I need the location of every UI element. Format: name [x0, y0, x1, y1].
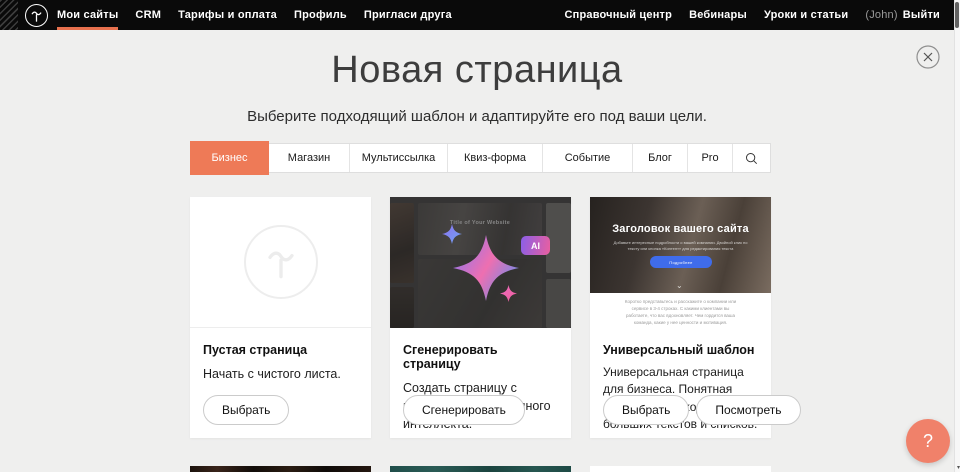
card-ai-generate[interactable]: Title of Your Website: [390, 197, 571, 438]
nav-invite-friend[interactable]: Пригласи друга: [364, 0, 452, 30]
template-hero: Заголовок вашего сайта Добавьте интересн…: [590, 197, 771, 293]
partial-card-1[interactable]: [190, 466, 371, 472]
page-title: Новая страница: [0, 49, 954, 92]
nav-logout[interactable]: (John) Выйти: [865, 0, 940, 30]
view-universal-button[interactable]: Посмотреть: [696, 395, 800, 425]
nav-my-sites-label: Мои сайты: [57, 9, 118, 21]
template-paragraph: Коротко представьтесь и расскажите о ком…: [620, 299, 741, 327]
scrollbar-thumb[interactable]: [955, 2, 959, 28]
tab-business[interactable]: Бизнес: [190, 141, 269, 175]
edge-texture: [0, 0, 18, 30]
template-hero-subtext: Добавьте интересные подробности о вашей …: [610, 240, 751, 253]
top-navigation-bar: Мои сайты CRM Тарифы и оплата Профиль Пр…: [0, 0, 960, 30]
tab-multilink[interactable]: Мультиссылка: [350, 144, 448, 172]
card-blank-page[interactable]: Пустая страница Начать с чистого листа. …: [190, 197, 371, 438]
tilda-watermark-icon: [244, 225, 318, 299]
nav-tariffs[interactable]: Тарифы и оплата: [178, 0, 277, 30]
ai-badge: AI: [521, 236, 550, 255]
nav-tariffs-label: Тарифы и оплата: [178, 9, 277, 21]
tab-shop-label: Магазин: [288, 152, 330, 164]
nav-webinars-label: Вебинары: [689, 9, 747, 21]
tab-pro[interactable]: Pro: [688, 144, 733, 172]
tilda-logo-icon[interactable]: [25, 4, 48, 27]
card-title: Сгенерировать страницу: [403, 343, 558, 371]
sparkle-pink-icon: [500, 285, 517, 302]
tab-shop[interactable]: Магазин: [269, 144, 350, 172]
tab-search[interactable]: [733, 144, 770, 172]
app-screen: Мои сайты CRM Тарифы и оплата Профиль Пр…: [0, 0, 960, 472]
universal-preview: Заголовок вашего сайта Добавьте интересн…: [590, 197, 771, 328]
tab-blog[interactable]: Блог: [633, 144, 688, 172]
logout-label: Выйти: [903, 9, 940, 21]
tab-business-label: Бизнес: [211, 152, 247, 164]
card-body: Пустая страница Начать с чистого листа.: [190, 328, 371, 383]
tab-multilink-label: Мультиссылка: [362, 152, 436, 164]
tab-quiz-form-label: Квиз-форма: [464, 152, 526, 164]
tab-pro-label: Pro: [701, 152, 718, 164]
template-cta-button: Подробнее: [650, 256, 712, 268]
partial-card-3[interactable]: [590, 466, 771, 472]
search-icon: [745, 152, 758, 165]
nav-profile[interactable]: Профиль: [294, 0, 347, 30]
nav-help-center[interactable]: Справочный центр: [565, 0, 673, 30]
generate-button[interactable]: Сгенерировать: [403, 395, 525, 425]
choose-universal-button[interactable]: Выбрать: [603, 395, 689, 425]
scrollbar-track[interactable]: ▾: [954, 0, 960, 472]
chevron-down-icon: ⌄: [676, 281, 683, 290]
nav-lessons[interactable]: Уроки и статьи: [764, 0, 848, 30]
tab-event-label: Событие: [565, 152, 611, 164]
ai-preview: Title of Your Website: [390, 197, 571, 328]
partial-card-2[interactable]: [390, 466, 571, 472]
question-icon: ?: [923, 431, 933, 452]
username-label: (John): [865, 9, 897, 21]
tab-event[interactable]: Событие: [543, 144, 633, 172]
tab-blog-label: Блог: [648, 152, 672, 164]
template-hero-heading: Заголовок вашего сайта: [590, 223, 771, 235]
nav-webinars[interactable]: Вебинары: [689, 0, 747, 30]
nav-invite-friend-label: Пригласи друга: [364, 9, 452, 21]
nav-my-sites[interactable]: Мои сайты: [57, 0, 118, 30]
blank-page-preview: [190, 197, 371, 328]
card-title: Пустая страница: [203, 343, 358, 357]
nav-profile-label: Профиль: [294, 9, 347, 21]
top-nav-right: Справочный центр Вебинары Уроки и статьи…: [565, 0, 941, 30]
page-subtitle: Выберите подходящий шаблон и адаптируйте…: [0, 108, 954, 125]
nav-lessons-label: Уроки и статьи: [764, 9, 848, 21]
template-category-tabs: Бизнес Магазин Мультиссылка Квиз-форма С…: [190, 143, 771, 173]
card-universal-template[interactable]: Заголовок вашего сайта Добавьте интересн…: [590, 197, 771, 438]
nav-crm-label: CRM: [135, 9, 161, 21]
card-description: Начать с чистого листа.: [203, 365, 358, 383]
help-button[interactable]: ?: [906, 419, 950, 463]
nav-crm[interactable]: CRM: [135, 0, 161, 30]
template-cards-row: Пустая страница Начать с чистого листа. …: [190, 197, 771, 438]
card-title: Универсальный шаблон: [603, 343, 758, 357]
nav-help-center-label: Справочный центр: [565, 9, 673, 21]
tab-quiz-form[interactable]: Квиз-форма: [448, 144, 543, 172]
choose-blank-button[interactable]: Выбрать: [203, 395, 289, 425]
